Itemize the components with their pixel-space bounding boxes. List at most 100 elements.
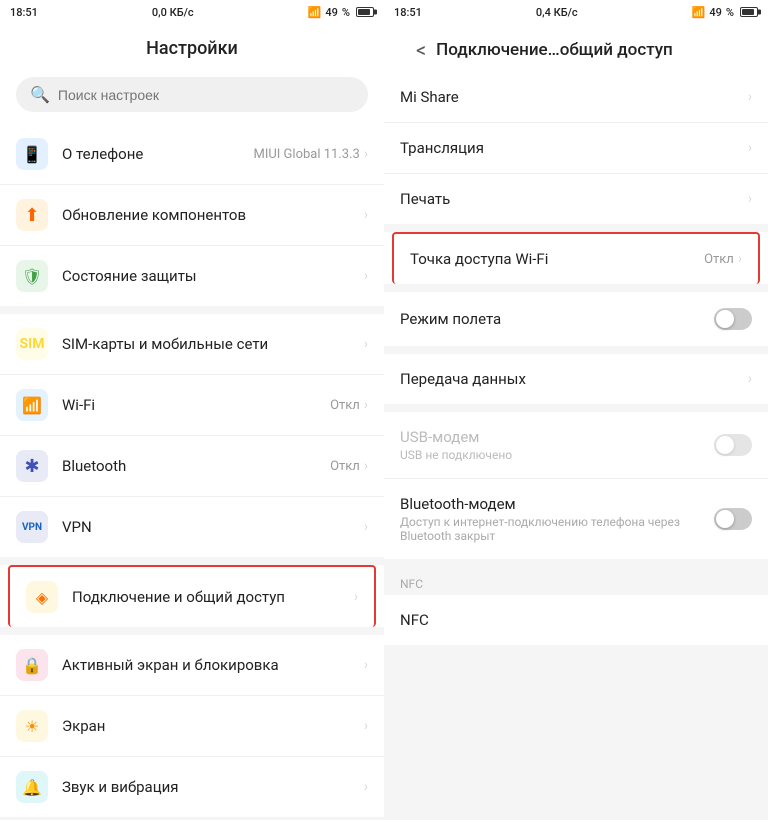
wifi-label: Wi-Fi [62,396,330,414]
vpn-label: VPN [62,518,364,536]
chevron-icon: › [364,336,368,352]
chevron-icon: › [364,458,368,474]
data-transfer-label: Передача данных [400,370,748,388]
battery-percent-right: % [726,6,734,19]
chevron-icon: › [364,146,368,162]
chevron-icon: › [748,140,752,156]
sound-label: Звук и вибрация [62,778,364,796]
right-item-hotspot[interactable]: Точка доступа Wi-Fi Откл › [392,232,760,284]
settings-item-sound[interactable]: 🔔 Звук и вибрация › [0,757,384,817]
protection-icon: 🛡 [16,260,48,292]
status-bar-right: 18:51 0,4 КБ/с 📶 49 % [384,0,768,24]
wifi-icon: 📶 [16,389,48,421]
search-bar[interactable]: 🔍 [16,77,368,112]
hotspot-value: Откл [704,252,734,267]
settings-item-display[interactable]: ☀ Экран › [0,696,384,757]
right-item-data-transfer[interactable]: Передача данных › [384,354,768,404]
protection-label: Состояние защиты [62,267,364,285]
about-label: О телефоне [62,145,253,163]
bluetooth-value: Откл [330,459,360,474]
right-panel: 18:51 0,4 КБ/с 📶 49 % < Подключение…общи… [384,0,768,820]
bt-modem-label: Bluetooth-модем [400,495,714,513]
settings-item-connection[interactable]: ◈ Подключение и общий доступ › [8,565,376,627]
left-header: Настройки 🔍 [0,24,384,124]
settings-item-wifi[interactable]: 📶 Wi-Fi Откл › [0,375,384,436]
update-label: Обновление компонентов [62,206,364,224]
lock-label: Активный экран и блокировка [62,656,364,674]
right-panel-title: Подключение…общий доступ [436,40,673,60]
back-button[interactable]: < [416,38,426,62]
right-header-row: < Подключение…общий доступ [400,24,752,72]
wifi-value: Откл [330,398,360,413]
settings-item-about[interactable]: 📱 О телефоне MIUI Global 11.3.3 › [0,124,384,185]
chevron-icon: › [748,371,752,387]
chevron-icon: › [738,251,742,267]
chevron-icon: › [364,397,368,413]
right-item-print[interactable]: Печать › [384,174,768,224]
airplane-label: Режим полета [400,310,714,328]
chevron-icon: › [364,268,368,284]
battery-text-left: 49 [325,6,338,19]
right-item-airplane[interactable]: Режим полета [384,292,768,346]
sound-icon: 🔔 [16,771,48,803]
chevron-icon: › [748,89,752,105]
airplane-toggle[interactable] [714,308,752,330]
status-bar-left: 18:51 0,0 КБ/с 📶 49 % [0,0,384,24]
print-label: Печать [400,190,748,208]
display-label: Экран [62,717,364,735]
settings-group-3: ◈ Подключение и общий доступ › [0,565,384,627]
update-icon: ⬆ [16,199,48,231]
connection-label: Подключение и общий доступ [72,588,354,606]
bt-modem-sublabel: Доступ к интернет-подключению телефона ч… [400,515,714,543]
chevron-icon: › [354,589,358,605]
right-item-nfc[interactable]: NFC [384,595,768,645]
battery-percent-left: % [342,6,350,19]
right-item-mi-share[interactable]: Mi Share › [384,72,768,123]
bluetooth-icon: ✱ [16,450,48,482]
mi-share-label: Mi Share [400,88,748,106]
signal-icon-left: 📶 [308,6,322,19]
signal-icon-right: 📶 [692,6,706,19]
chevron-icon: › [748,191,752,207]
right-header: < Подключение…общий доступ [384,24,768,72]
settings-list: 📱 О телефоне MIUI Global 11.3.3 › ⬆ Обно… [0,124,384,820]
right-item-bt-modem[interactable]: Bluetooth-модем Доступ к интернет-подклю… [384,479,768,559]
status-network-right: 0,4 КБ/с [536,6,578,19]
settings-item-vpn[interactable]: VPN VPN › [0,497,384,557]
about-icon: 📱 [16,138,48,170]
status-icons-left: 📶 49 % [308,6,374,19]
sim-icon: SIM [16,328,48,360]
settings-item-update[interactable]: ⬆ Обновление компонентов › [0,185,384,246]
status-time-left: 18:51 [10,6,38,19]
chevron-icon: › [364,207,368,223]
page-title-left: Настройки [16,24,368,69]
settings-item-lock[interactable]: 🔒 Активный экран и блокировка › [0,635,384,696]
nfc-section-label-container: NFC [384,567,768,595]
usb-modem-toggle [714,434,752,456]
right-item-broadcast[interactable]: Трансляция › [384,123,768,174]
settings-group-1: 📱 О телефоне MIUI Global 11.3.3 › ⬆ Обно… [0,124,384,306]
battery-icon-right [740,7,758,17]
chevron-icon: › [364,519,368,535]
connection-icon: ◈ [26,581,58,613]
right-group-airplane: Режим полета [384,292,768,346]
vpn-icon: VPN [16,511,48,543]
usb-modem-label: USB-модем [400,428,714,446]
hotspot-label: Точка доступа Wi-Fi [410,250,704,268]
settings-item-protection[interactable]: 🛡 Состояние защиты › [0,246,384,306]
right-group-1: Mi Share › Трансляция › Печать › [384,72,768,224]
status-network-left: 0,0 КБ/с [152,6,194,19]
bt-modem-toggle[interactable] [714,508,752,530]
chevron-icon: › [364,718,368,734]
lock-icon: 🔒 [16,649,48,681]
right-group-data: Передача данных › [384,354,768,404]
settings-item-sim[interactable]: SIM SIM-карты и мобильные сети › [0,314,384,375]
settings-item-bluetooth[interactable]: ✱ Bluetooth Откл › [0,436,384,497]
right-group-nfc: NFC [384,595,768,645]
status-icons-right: 📶 49 % [692,6,758,19]
usb-modem-sublabel: USB не подключено [400,448,714,462]
search-input[interactable] [58,87,354,103]
sim-label: SIM-карты и мобильные сети [62,335,364,353]
broadcast-label: Трансляция [400,139,748,157]
left-panel: 18:51 0,0 КБ/с 📶 49 % Настройки 🔍 📱 О те… [0,0,384,820]
